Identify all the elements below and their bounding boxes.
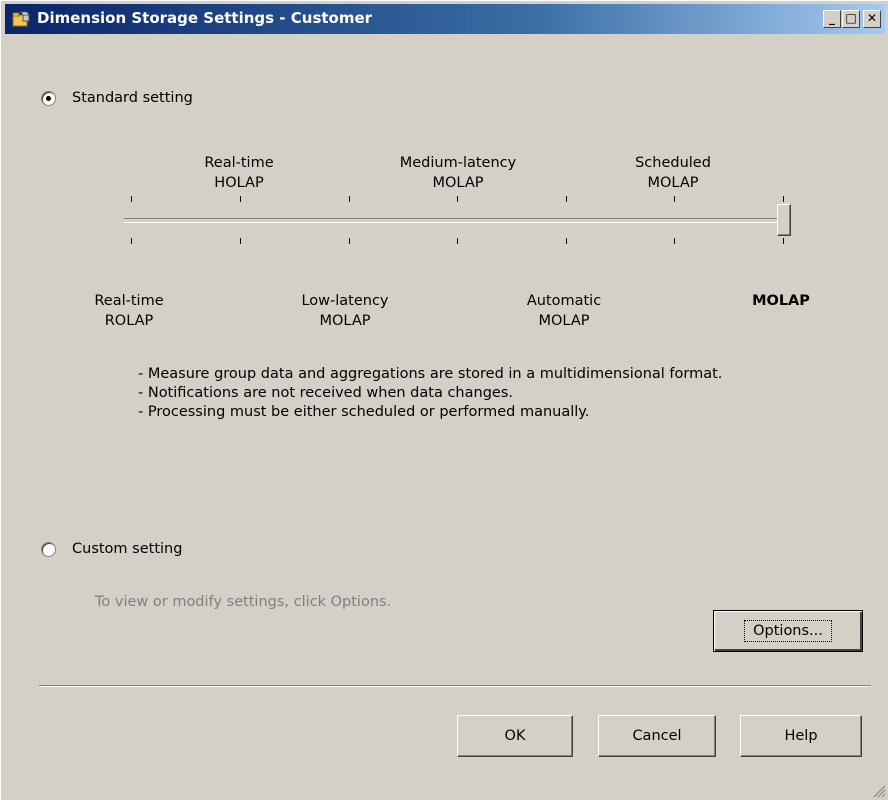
storage-slider-thumb[interactable]: [777, 204, 791, 236]
label-line: HOLAP: [214, 175, 264, 191]
slider-tick: [457, 238, 458, 244]
slider-tick: [131, 196, 132, 202]
help-button-label: Help: [784, 728, 818, 744]
label-line: Scheduled: [635, 155, 711, 171]
label-line: MOLAP: [538, 313, 590, 329]
slider-tick: [566, 196, 567, 202]
description-line: - Notifications are not received when da…: [138, 385, 513, 401]
slider-label-medium-latency-molap: Medium-latency MOLAP: [388, 153, 528, 193]
slider-tick: [674, 238, 675, 244]
slider-tick: [674, 196, 675, 202]
label-line: Real-time: [204, 155, 274, 171]
title-bar[interactable]: Dimension Storage Settings - Customer _ …: [5, 4, 885, 34]
slider-tick: [566, 238, 567, 244]
resize-grip-icon[interactable]: [872, 784, 886, 798]
footer-separator: [39, 685, 871, 687]
close-button[interactable]: ✕: [863, 10, 881, 28]
label-line: Medium-latency: [399, 155, 517, 171]
slider-label-automatic-molap: Automatic MOLAP: [514, 291, 614, 331]
slider-tick: [783, 196, 784, 202]
slider-tick: [240, 238, 241, 244]
slider-label-realtime-rolap: Real-time ROLAP: [79, 291, 179, 331]
ok-button-label: OK: [504, 728, 526, 744]
label-line: MOLAP: [432, 175, 484, 191]
slider-tick: [349, 196, 350, 202]
options-button[interactable]: Options...: [713, 610, 863, 652]
description-line: - Measure group data and aggregations ar…: [138, 366, 723, 382]
slider-label-realtime-holap: Real-time HOLAP: [189, 153, 289, 193]
label-line: ROLAP: [104, 313, 154, 329]
slider-tick: [349, 238, 350, 244]
slider-tick: [457, 196, 458, 202]
dialog-window: Dimension Storage Settings - Customer _ …: [0, 0, 888, 800]
window-title: Dimension Storage Settings - Customer: [37, 9, 373, 27]
custom-setting-hint: To view or modify settings, click Option…: [95, 594, 392, 610]
cube-folder-icon: [12, 11, 30, 27]
ok-button[interactable]: OK: [457, 715, 573, 757]
slider-tick: [783, 238, 784, 244]
label-line: MOLAP: [647, 175, 699, 191]
label-line: MOLAP: [319, 313, 371, 329]
options-button-label: Options...: [744, 620, 832, 642]
custom-setting-label: Custom setting: [72, 541, 183, 557]
slider-tick: [131, 238, 132, 244]
cancel-button[interactable]: Cancel: [598, 715, 716, 757]
help-button[interactable]: Help: [740, 715, 862, 757]
slider-label-low-latency-molap: Low-latency MOLAP: [285, 291, 405, 331]
minimize-button[interactable]: _: [823, 10, 841, 28]
custom-setting-radio[interactable]: Custom setting: [41, 541, 182, 557]
label-line: Real-time: [94, 293, 164, 309]
radio-checked-icon[interactable]: [41, 90, 56, 106]
standard-setting-label: Standard setting: [72, 90, 193, 106]
slider-tick: [240, 196, 241, 202]
cancel-button-label: Cancel: [632, 728, 682, 744]
slider-label-scheduled-molap: Scheduled MOLAP: [623, 153, 723, 193]
description-line: - Processing must be either scheduled or…: [138, 404, 590, 420]
radio-unchecked-icon[interactable]: [41, 541, 56, 557]
storage-slider-track[interactable]: [124, 218, 789, 223]
storage-description: - Measure group data and aggregations ar…: [138, 365, 722, 422]
maximize-button[interactable]: □: [842, 10, 860, 28]
label-line: MOLAP: [752, 293, 810, 309]
label-line: Low-latency: [301, 293, 389, 309]
standard-setting-radio[interactable]: Standard setting: [41, 90, 193, 106]
slider-label-molap-selected: MOLAP: [731, 291, 831, 311]
label-line: Automatic: [526, 293, 602, 309]
